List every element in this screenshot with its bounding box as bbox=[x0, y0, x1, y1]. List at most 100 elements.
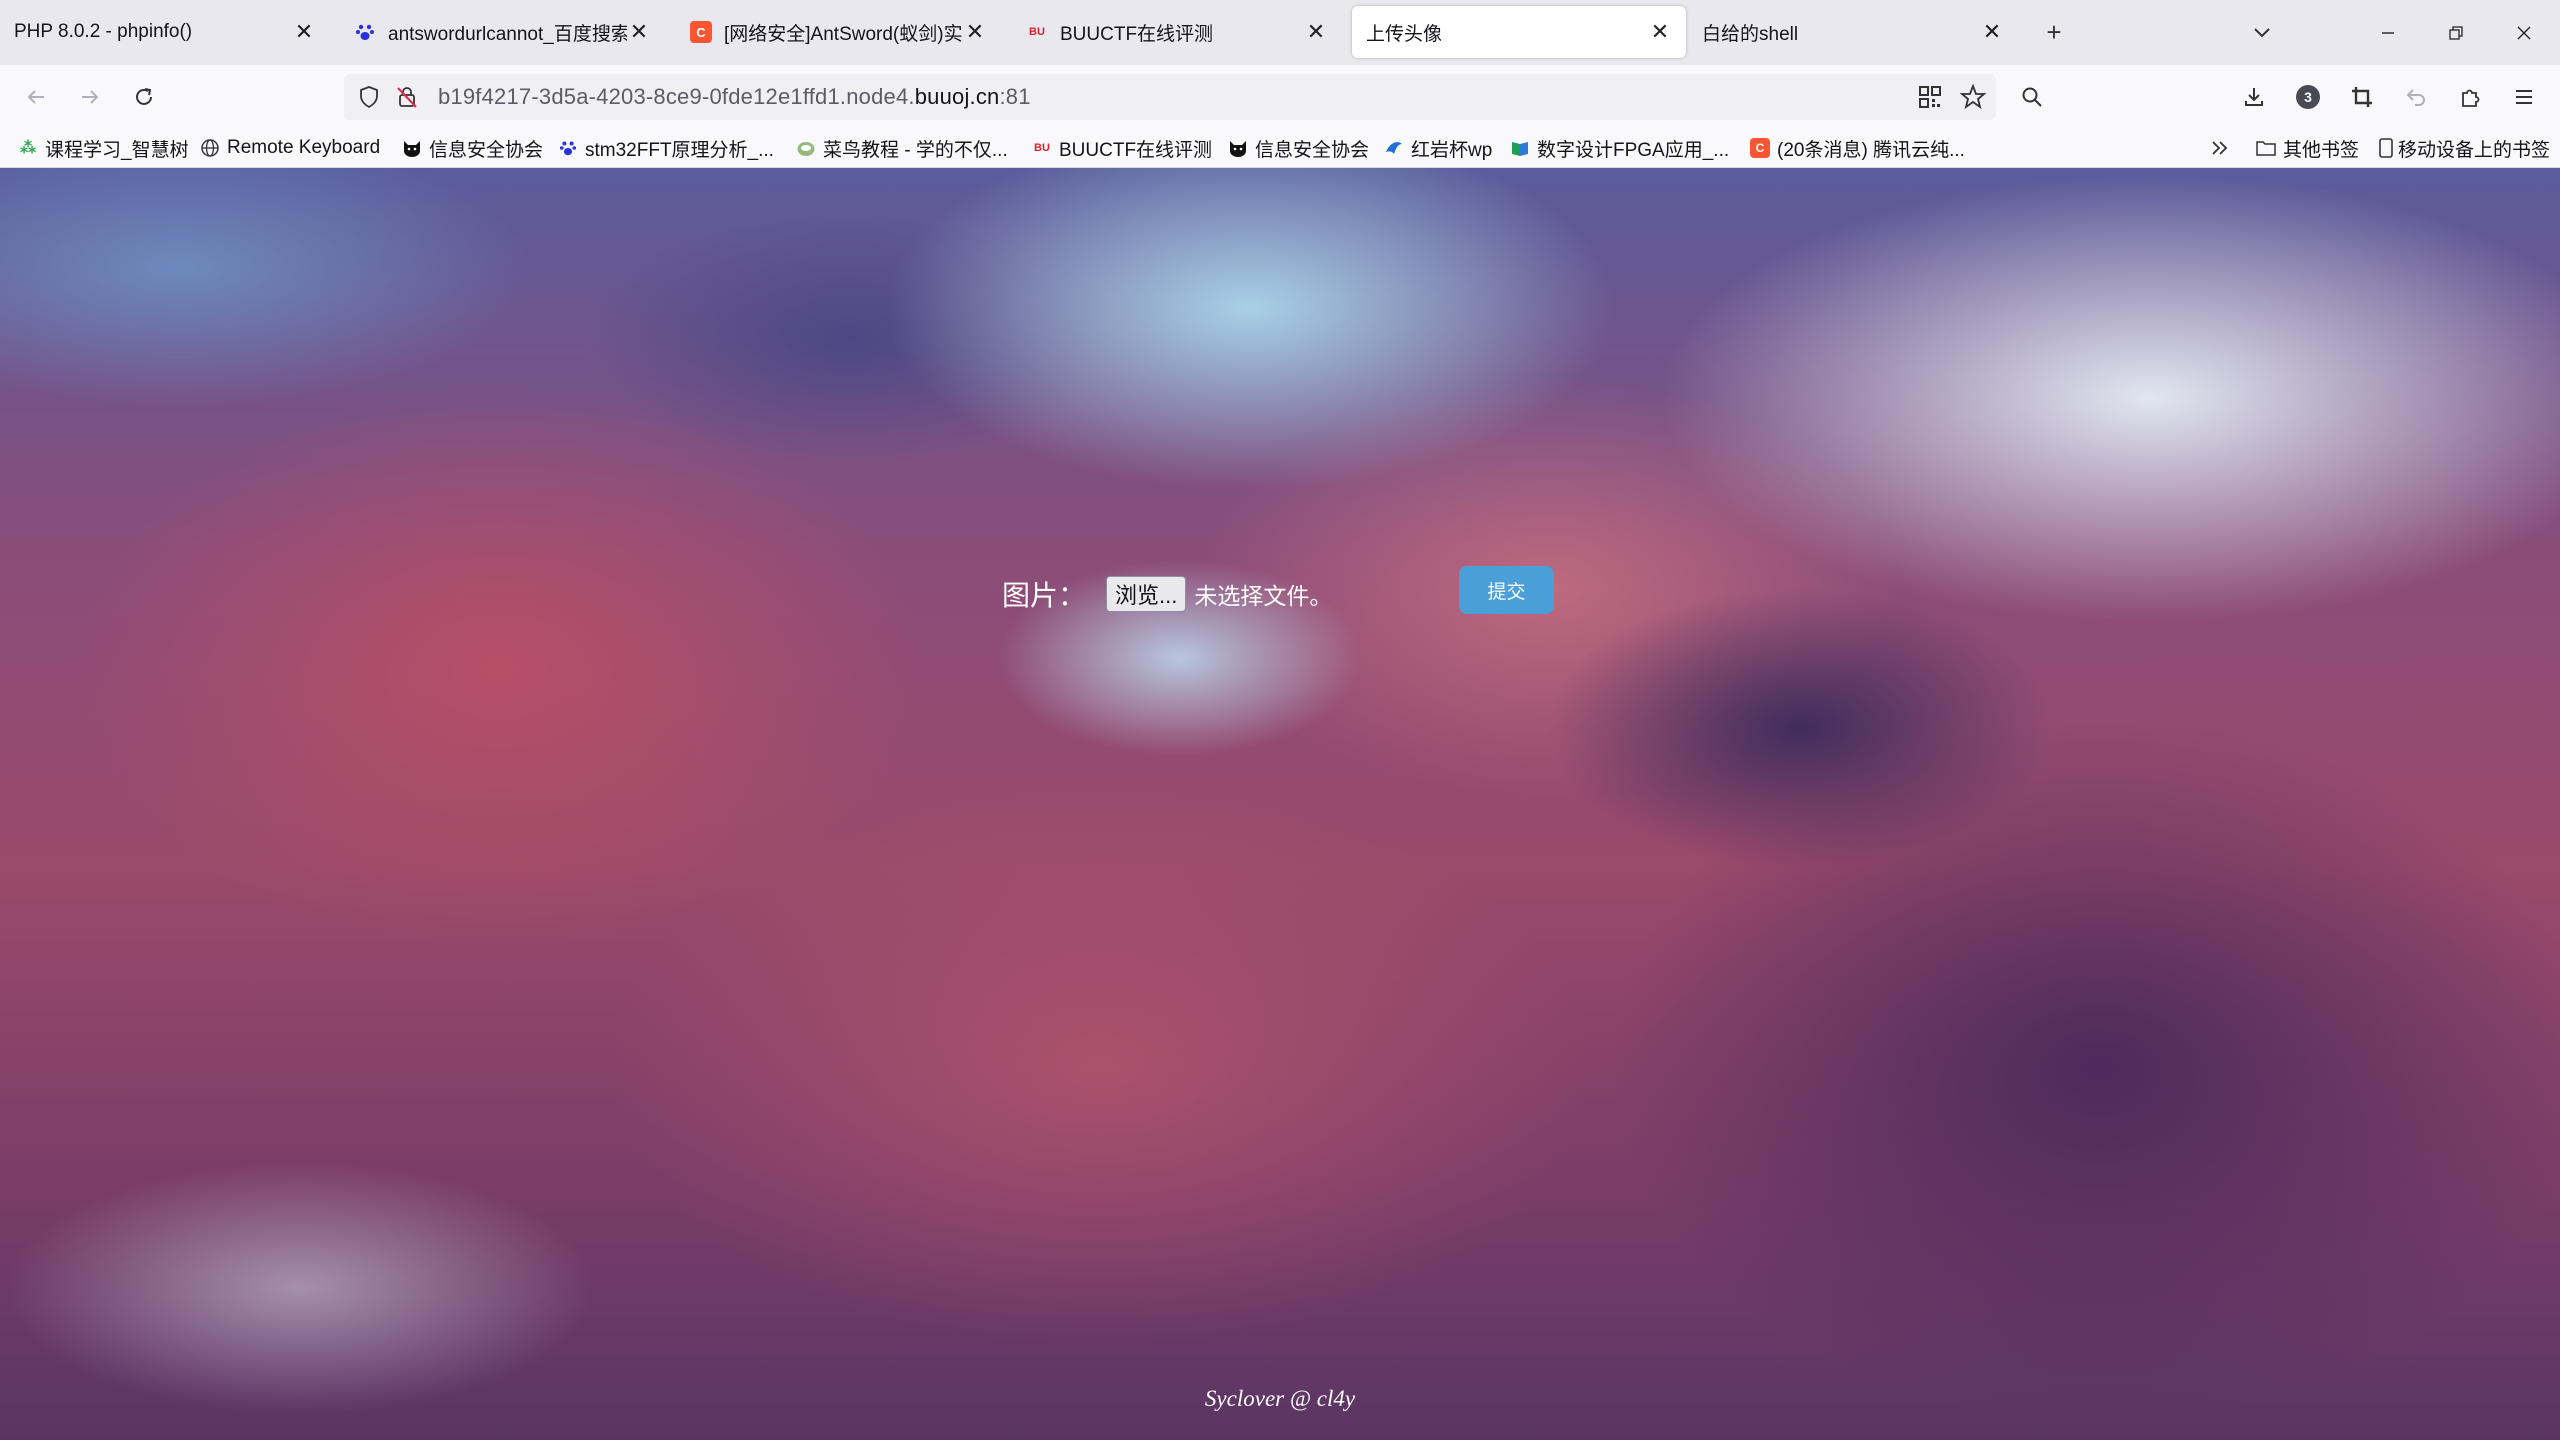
reload-button[interactable] bbox=[124, 77, 164, 117]
extensions-count-badge: 3 bbox=[2296, 85, 2320, 109]
bookmark-label: 其他书签 bbox=[2283, 139, 2360, 161]
bookmark-fpga[interactable]: 数字设计FPGA应用_... bbox=[1510, 128, 1729, 168]
bookmark-label: 信息安全协会 bbox=[1255, 139, 1370, 161]
address-bar[interactable]: b19f4217-3d5a-4203-8ce9-0fde12e1ffd1.nod… bbox=[344, 74, 1996, 120]
close-tab-icon[interactable]: ✕ bbox=[627, 19, 651, 45]
footer-credit: Syclover @ cl4y bbox=[1204, 1386, 1356, 1411]
tab-phpinfo[interactable]: PHP 8.0.2 - phpinfo() ✕ bbox=[0, 6, 330, 58]
folder-icon bbox=[2256, 138, 2276, 158]
search-button[interactable] bbox=[2012, 77, 2052, 117]
bookmark-remote-keyboard[interactable]: Remote Keyboard bbox=[200, 128, 380, 168]
tab-baidu-search[interactable]: antswordurlcannot_百度搜索 ✕ bbox=[340, 6, 665, 58]
reload-icon bbox=[136, 88, 152, 105]
tab-title: [网络安全]AntSword(蚁剑)实战 bbox=[724, 23, 963, 45]
upload-form: 图片： 浏览... 未选择文件。 bbox=[1002, 569, 1332, 619]
screenshot-button[interactable] bbox=[2342, 77, 2382, 117]
minimize-icon bbox=[2382, 31, 2394, 34]
close-window-button[interactable] bbox=[2490, 0, 2558, 65]
close-tab-icon[interactable]: ✕ bbox=[292, 19, 316, 45]
bookmark-label: 移动设备上的书签 bbox=[2398, 139, 2551, 161]
bookmark-label: (20条消息) 腾讯云纯... bbox=[1777, 139, 1965, 161]
browse-file-button[interactable]: 浏览... bbox=[1106, 576, 1187, 612]
bookmarks-toolbar: ⁂ 课程学习_智慧树 Remote Keyboard 信息安全协会 stm32F… bbox=[0, 128, 2560, 168]
menu-button[interactable] bbox=[2504, 77, 2544, 117]
minimize-button[interactable] bbox=[2354, 0, 2422, 65]
extensions-badge-button[interactable]: 3 bbox=[2288, 77, 2328, 117]
more-bookmarks-button[interactable] bbox=[2210, 128, 2230, 168]
no-file-selected-text: 未选择文件。 bbox=[1194, 583, 1333, 609]
submit-button[interactable]: 提交 bbox=[1459, 566, 1554, 614]
tab-buuctf[interactable]: BU BUUCTF在线评测 ✕ bbox=[1012, 6, 1342, 58]
csdn-icon: C bbox=[1750, 138, 1770, 158]
tab-shell[interactable]: 白给的shell ✕ bbox=[1688, 6, 2018, 58]
url-port: :81 bbox=[999, 84, 1031, 109]
bookmark-tencent-cloud[interactable]: C (20条消息) 腾讯云纯... bbox=[1750, 128, 1965, 168]
restore-icon bbox=[2449, 25, 2463, 40]
search-icon bbox=[2022, 87, 2042, 107]
bookmark-label: stm32FFT原理分析_... bbox=[585, 139, 774, 161]
crop-icon bbox=[2352, 87, 2372, 107]
image-field-label: 图片： bbox=[1002, 581, 1087, 612]
mobile-device-icon bbox=[2376, 138, 2396, 158]
bookmark-infosec-association-2[interactable]: 信息安全协会 bbox=[1228, 128, 1369, 168]
puzzle-icon bbox=[2462, 89, 2480, 107]
csdn-icon: C bbox=[690, 21, 712, 43]
bookmark-label: Remote Keyboard bbox=[227, 137, 381, 158]
cat-icon bbox=[1228, 138, 1248, 158]
double-chevron-right-icon bbox=[2212, 141, 2228, 155]
close-tab-icon[interactable]: ✕ bbox=[1304, 19, 1328, 45]
bookmark-buuctf[interactable]: BU BUUCTF在线评测 bbox=[1032, 128, 1212, 168]
url-prefix: b19f4217-3d5a-4203-8ce9-0fde12e1ffd1.nod… bbox=[438, 84, 915, 109]
bookmark-stm32fft[interactable]: stm32FFT原理分析_... bbox=[558, 128, 774, 168]
buuctf-icon: BU bbox=[1029, 26, 1045, 38]
bookmark-label: BUUCTF在线评测 bbox=[1059, 139, 1213, 161]
navigation-toolbar: b19f4217-3d5a-4203-8ce9-0fde12e1ffd1.nod… bbox=[0, 65, 2560, 128]
bookmark-infosec-association-1[interactable]: 信息安全协会 bbox=[402, 128, 543, 168]
forward-button[interactable] bbox=[70, 77, 110, 117]
bookmark-runoob[interactable]: 菜鸟教程 - 学的不仅... bbox=[796, 128, 1008, 168]
tab-strip: PHP 8.0.2 - phpinfo() ✕ antswordurlcanno… bbox=[0, 0, 2560, 65]
list-all-tabs-button[interactable] bbox=[2244, 14, 2280, 50]
back-button[interactable] bbox=[16, 77, 56, 117]
close-tab-icon[interactable]: ✕ bbox=[963, 19, 987, 45]
extensions-button[interactable] bbox=[2450, 77, 2490, 117]
shield-icon[interactable] bbox=[358, 85, 380, 114]
baidu-paw-icon bbox=[558, 138, 578, 158]
baidu-paw-icon bbox=[354, 21, 376, 43]
hamburger-menu-icon bbox=[2516, 90, 2532, 104]
qr-code-icon[interactable] bbox=[1918, 85, 1942, 114]
close-tab-icon[interactable]: ✕ bbox=[1980, 19, 2004, 45]
url-text[interactable]: b19f4217-3d5a-4203-8ce9-0fde12e1ffd1.nod… bbox=[438, 74, 1031, 120]
close-tab-icon[interactable]: ✕ bbox=[1648, 19, 1672, 45]
bookmark-hongyan-wp[interactable]: 红岩杯wp bbox=[1384, 128, 1492, 168]
other-bookmarks-folder[interactable]: 其他书签 bbox=[2256, 128, 2359, 168]
tab-title: PHP 8.0.2 - phpinfo() bbox=[14, 21, 193, 42]
restore-button[interactable] bbox=[2422, 0, 2490, 65]
bookmark-label: 信息安全协会 bbox=[429, 139, 544, 161]
chevron-down-icon bbox=[2254, 28, 2270, 38]
insecure-lock-icon[interactable] bbox=[396, 85, 418, 114]
arrow-left-icon bbox=[27, 90, 44, 104]
bookmark-label: 菜鸟教程 - 学的不仅... bbox=[823, 139, 1008, 161]
buuctf-icon: BU bbox=[1034, 142, 1050, 154]
downloads-button[interactable] bbox=[2234, 77, 2274, 117]
bookmark-label: 红岩杯wp bbox=[1411, 139, 1493, 161]
url-domain: buuoj.cn bbox=[914, 84, 1000, 109]
plus-icon: + bbox=[2046, 16, 2062, 47]
bookmark-label: 数字设计FPGA应用_... bbox=[1537, 139, 1730, 161]
tab-upload-avatar[interactable]: 上传头像 ✕ bbox=[1352, 6, 1686, 58]
tab-antsword-article[interactable]: C [网络安全]AntSword(蚁剑)实战 ✕ bbox=[676, 6, 1001, 58]
tab-title: antswordurlcannot_百度搜索 bbox=[388, 23, 627, 45]
new-tab-button[interactable]: + bbox=[2036, 14, 2072, 50]
tab-title: BUUCTF在线评测 bbox=[1060, 23, 1214, 45]
bookmark-zhihuishu[interactable]: ⁂ 课程学习_智慧树 bbox=[18, 128, 189, 168]
arrow-right-icon bbox=[82, 90, 99, 104]
tab-title: 白给的shell bbox=[1702, 23, 1799, 45]
zhihuishu-icon: ⁂ bbox=[19, 140, 37, 157]
undo-close-tab-button[interactable] bbox=[2396, 77, 2436, 117]
bookmark-star-icon[interactable] bbox=[1959, 83, 1987, 115]
tab-title: 上传头像 bbox=[1366, 23, 1443, 45]
mobile-bookmarks-folder[interactable]: 移动设备上的书签 bbox=[2376, 128, 2550, 168]
close-icon bbox=[2517, 26, 2531, 39]
bookmark-label: 课程学习_智慧树 bbox=[45, 139, 189, 161]
